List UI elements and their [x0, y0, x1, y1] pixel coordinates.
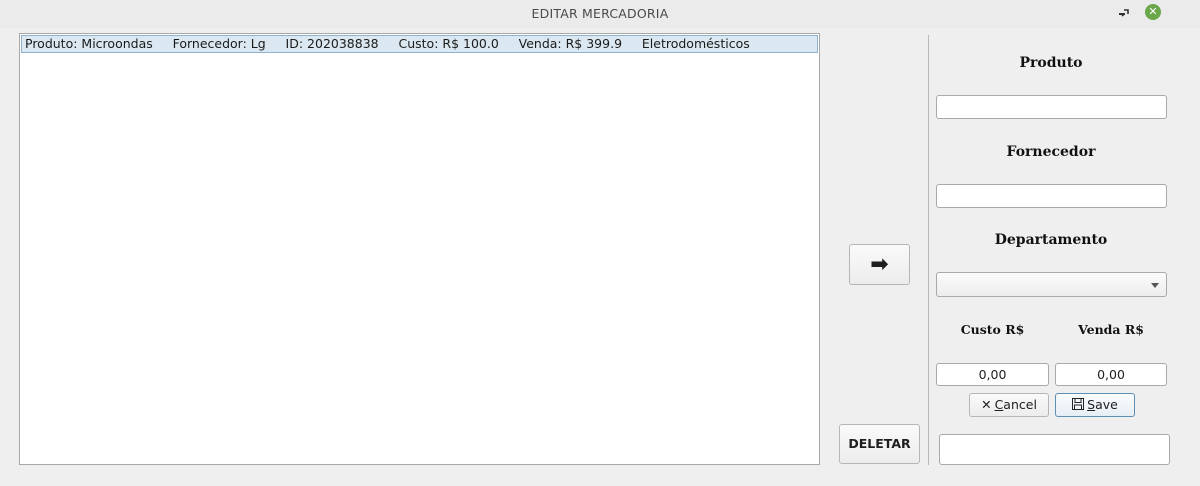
- list-item[interactable]: Produto: Microondas Fornecedor: Lg ID: 2…: [21, 35, 818, 53]
- chevron-down-icon: [1151, 283, 1159, 288]
- arrow-right-icon: ➡: [870, 251, 889, 276]
- status-input[interactable]: [939, 434, 1170, 465]
- produto-input[interactable]: [936, 95, 1167, 119]
- restore-icon[interactable]: [1116, 4, 1136, 22]
- close-icon: ✕: [981, 397, 992, 412]
- fornecedor-label: Fornecedor: [1006, 144, 1096, 160]
- cancel-label: ancel: [1003, 397, 1037, 412]
- departamento-select[interactable]: [936, 272, 1167, 297]
- title-bar: EDITAR MERCADORIA ✕: [0, 0, 1200, 28]
- delete-button[interactable]: DELETAR: [839, 424, 920, 464]
- save-mnemonic: S: [1087, 397, 1096, 412]
- venda-input[interactable]: 0,00: [1055, 363, 1167, 386]
- floppy-disk-icon: [1072, 394, 1085, 416]
- close-icon[interactable]: ✕: [1145, 4, 1161, 20]
- window-title: EDITAR MERCADORIA: [531, 6, 669, 21]
- product-list[interactable]: Produto: Microondas Fornecedor: Lg ID: 2…: [19, 33, 820, 465]
- departamento-label: Departamento: [994, 232, 1108, 248]
- save-button[interactable]: Save: [1055, 393, 1135, 417]
- cancel-mnemonic: C: [994, 397, 1004, 412]
- venda-label: Venda R$: [1078, 322, 1144, 337]
- fornecedor-input[interactable]: [936, 184, 1167, 208]
- custo-label: Custo R$: [960, 322, 1025, 337]
- save-label: ave: [1095, 397, 1118, 412]
- divider: [928, 35, 929, 465]
- produto-label: Produto: [1019, 55, 1083, 71]
- transfer-button[interactable]: ➡: [849, 244, 910, 285]
- custo-input[interactable]: 0,00: [936, 363, 1049, 386]
- cancel-button[interactable]: ✕ Cancel: [969, 393, 1049, 417]
